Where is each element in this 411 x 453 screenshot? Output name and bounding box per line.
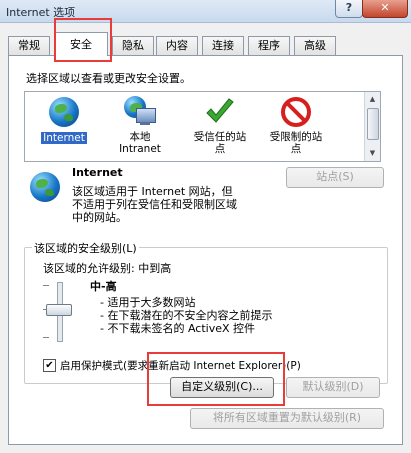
protected-mode-label: 启用保护模式(要求重新启动 Internet Explorer)(P)	[60, 360, 301, 372]
tab-advanced[interactable]: 高级	[294, 36, 336, 55]
zone-internet[interactable]: Internet	[29, 96, 99, 144]
allowed-levels-text: 该区域的允许级别: 中到高	[43, 262, 172, 275]
zone-description-line3: 中的网站。	[72, 211, 127, 224]
restricted-icon	[280, 96, 312, 128]
security-level-item: - 不下载未签名的 ActiveX 控件	[100, 322, 256, 335]
zone-title: Internet	[72, 166, 123, 179]
slider-tick	[43, 337, 49, 338]
scroll-up-icon[interactable]: ▲	[367, 94, 378, 105]
globe-icon	[48, 97, 80, 129]
scroll-down-icon[interactable]: ▼	[367, 148, 378, 159]
window-title: Internet 选项	[6, 6, 76, 19]
zone-prompt: 选择区域以查看或更改安全设置。	[26, 72, 191, 85]
zone-label: Internet	[41, 132, 87, 144]
help-button[interactable]: ?	[335, 0, 363, 18]
zone-local-intranet[interactable]: 本地 Intranet	[105, 96, 175, 155]
tab-privacy[interactable]: 隐私	[112, 36, 154, 55]
security-level-name: 中-高	[90, 280, 117, 293]
zone-label: 受信任的站 点	[193, 131, 247, 155]
intranet-icon	[124, 96, 156, 128]
close-button[interactable]: ✕	[362, 0, 408, 18]
custom-level-button[interactable]: 自定义级别(C)...	[170, 377, 274, 398]
protected-mode-checkbox[interactable]: ✔	[43, 359, 56, 372]
reset-all-zones-button[interactable]: 将所有区域重置为默认级别(R)	[190, 408, 384, 429]
default-level-button[interactable]: 默认级别(D)	[286, 377, 380, 398]
sites-button[interactable]: 站点(S)	[286, 167, 384, 188]
title-bar: Internet 选项 ? ✕	[0, 0, 411, 23]
zone-trusted-sites[interactable]: 受信任的站 点	[185, 96, 255, 155]
tab-general[interactable]: 常规	[8, 36, 50, 55]
zone-label: 受限制的站 点	[269, 131, 323, 155]
check-icon	[204, 96, 236, 128]
zone-list[interactable]: Internet 本地 Intranet 受信任的站 点 受限制的站 点 ▲ ▼	[24, 91, 381, 162]
tab-content[interactable]: 内容	[156, 36, 198, 55]
zone-scrollbar[interactable]: ▲ ▼	[364, 92, 380, 161]
selected-zone-globe-icon	[30, 172, 60, 202]
tab-connections[interactable]: 连接	[202, 36, 244, 55]
zone-restricted-sites[interactable]: 受限制的站 点	[261, 96, 331, 155]
security-slider-thumb[interactable]	[46, 304, 72, 316]
tab-security[interactable]: 安全	[54, 32, 108, 56]
tab-programs[interactable]: 程序	[248, 36, 290, 55]
zone-label: 本地 Intranet	[119, 131, 161, 155]
scroll-thumb[interactable]	[367, 108, 379, 140]
security-level-group-label: 该区域的安全级别(L)	[32, 240, 139, 256]
slider-tick	[43, 285, 49, 286]
